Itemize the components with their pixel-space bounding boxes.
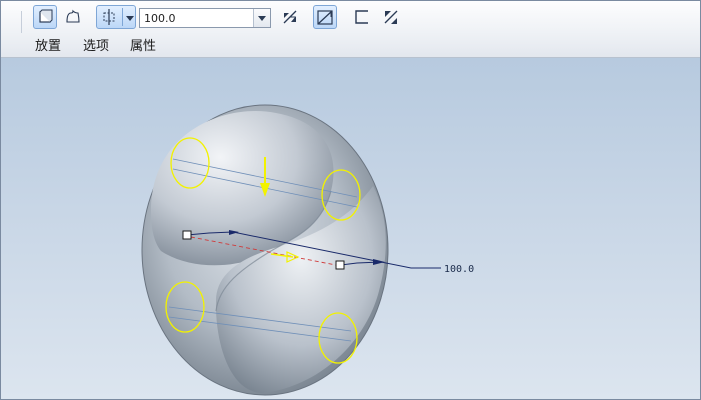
solid-button[interactable] xyxy=(33,5,57,29)
remove-material-button[interactable] xyxy=(313,5,337,29)
flip-thicken-button[interactable] xyxy=(379,5,403,29)
surface-button[interactable] xyxy=(61,5,85,29)
drag-handle-start[interactable] xyxy=(182,230,192,240)
model-canvas[interactable]: 100.0 xyxy=(1,58,700,399)
tab-placement[interactable]: 放置 xyxy=(35,35,61,54)
flip-direction-button[interactable] xyxy=(278,5,302,29)
depth-option-button[interactable] xyxy=(96,5,136,29)
depth-value-input[interactable] xyxy=(140,9,260,27)
depth-option-icon xyxy=(103,9,115,25)
depth-value-dropdown[interactable] xyxy=(253,9,270,27)
flip-direction-icon xyxy=(283,10,297,24)
chevron-down-icon xyxy=(258,16,266,21)
dropdown-arrow-icon[interactable] xyxy=(125,13,135,23)
app-window: 放置 选项 属性 xyxy=(0,0,701,400)
tab-options[interactable]: 选项 xyxy=(83,35,109,54)
flip-thicken-icon xyxy=(384,10,398,24)
feature-dashboard: 放置 选项 属性 xyxy=(1,1,700,58)
depth-value-combo[interactable] xyxy=(139,8,271,28)
tab-properties[interactable]: 属性 xyxy=(130,35,156,54)
toolbar-grip xyxy=(21,11,22,33)
remove-material-icon xyxy=(317,10,333,25)
dashboard-tabs: 放置 选项 属性 xyxy=(1,35,700,54)
solid-icon xyxy=(39,9,53,23)
dimension-value-label[interactable]: 100.0 xyxy=(444,264,474,275)
surface-icon xyxy=(66,9,80,23)
graphics-viewport[interactable]: 100.0 xyxy=(1,58,700,399)
split-separator xyxy=(122,8,123,26)
yin-yang-solid-model[interactable] xyxy=(141,104,389,396)
dashboard-toolbar-row xyxy=(1,5,700,33)
thicken-button[interactable] xyxy=(350,5,374,29)
thicken-icon xyxy=(355,10,368,24)
drag-handle-end[interactable] xyxy=(335,260,345,270)
